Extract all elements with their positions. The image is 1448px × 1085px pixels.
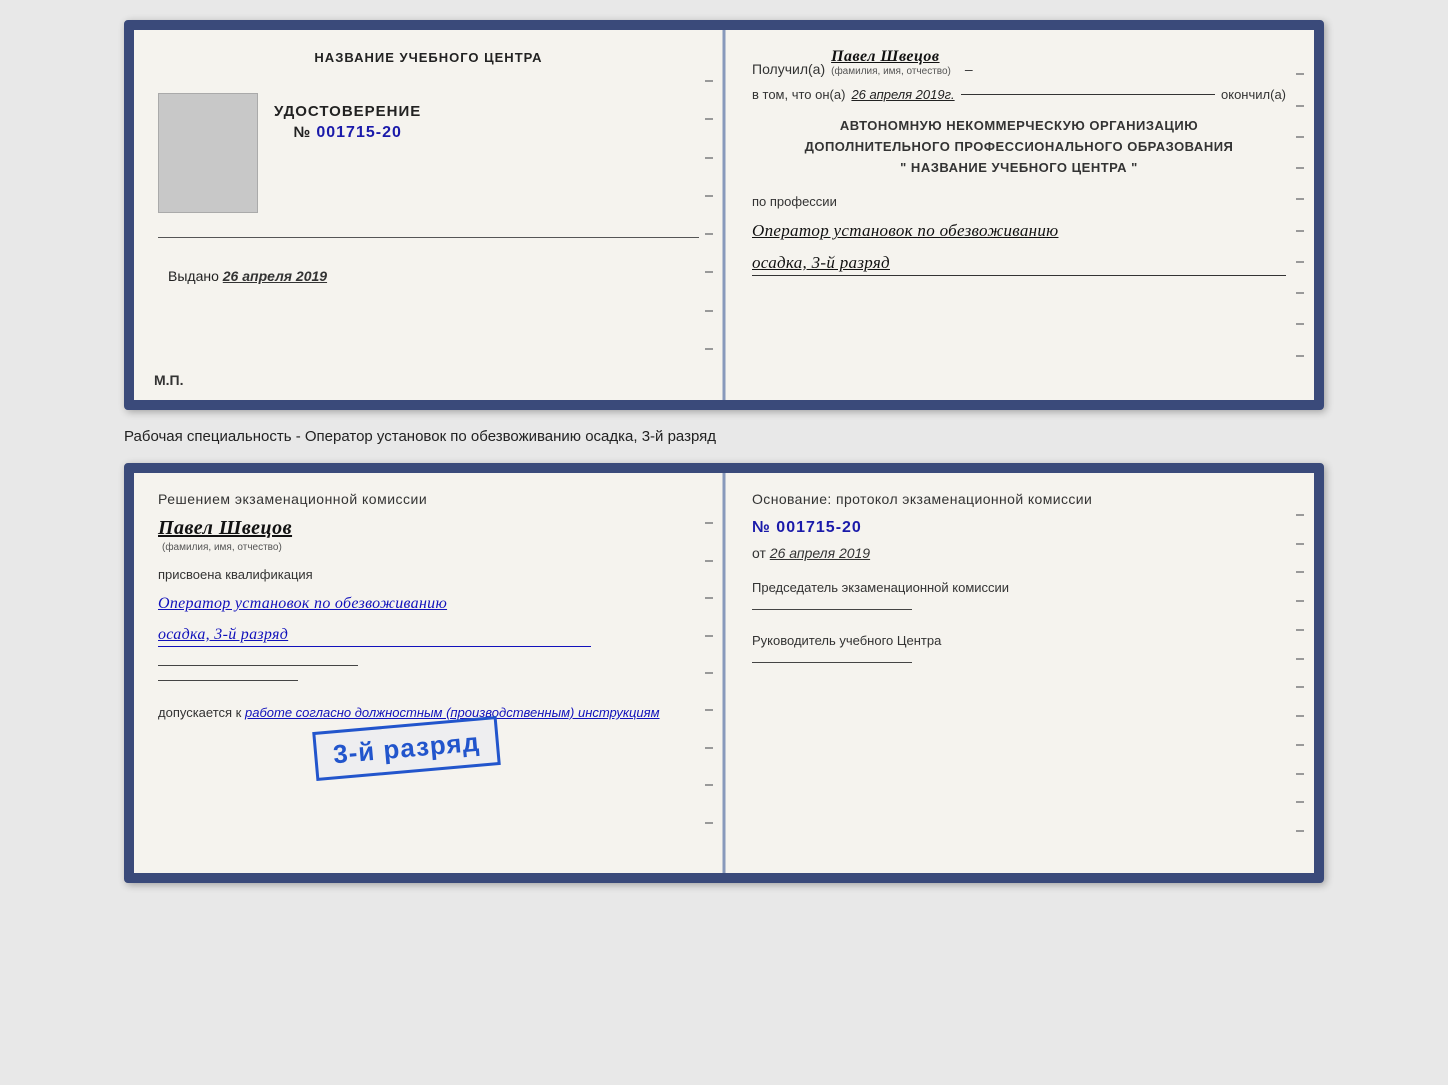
sign-line-1 bbox=[158, 665, 358, 666]
received-line: Получил(а) Павел Швецов (фамилия, имя, о… bbox=[752, 48, 1286, 77]
deco-col-back-left bbox=[705, 473, 713, 873]
profession-label: по профессии bbox=[752, 194, 1286, 209]
mp-label: М.П. bbox=[154, 372, 184, 388]
in-that-label: в том, что он(а) bbox=[752, 87, 845, 102]
sign-line-2 bbox=[158, 680, 298, 681]
top-right-page: Получил(а) Павел Швецов (фамилия, имя, о… bbox=[724, 30, 1314, 400]
cert-number-value: 001715-20 bbox=[316, 124, 402, 141]
completed-label: окончил(а) bbox=[1221, 87, 1286, 102]
protocol-number: № 001715-20 bbox=[752, 519, 1286, 537]
recipient-name: Павел Швецов bbox=[831, 48, 939, 66]
bottom-rank-value: осадка, 3-й разряд bbox=[158, 626, 591, 647]
qualification-assigned-label: присвоена квалификация bbox=[158, 567, 699, 582]
name-hint-top: (фамилия, имя, отчество) bbox=[831, 66, 951, 77]
dash-label: – bbox=[965, 61, 973, 77]
from-date-line: от 26 апреля 2019 bbox=[752, 545, 1286, 561]
decision-text: Решением экзаменационной комиссии bbox=[158, 491, 699, 507]
date-certified-line: в том, что он(а) 26 апреля 2019г. окончи… bbox=[752, 87, 1286, 102]
bottom-right-page: Основание: протокол экзаменационной коми… bbox=[724, 473, 1314, 873]
photo-placeholder bbox=[158, 93, 258, 213]
admits-text: допускается к работе согласно должностны… bbox=[158, 705, 699, 720]
bottom-certificate-book: Решением экзаменационной комиссии Павел … bbox=[124, 463, 1324, 883]
admits-value: работе согласно должностным (производств… bbox=[245, 705, 660, 720]
deco-col-left bbox=[705, 30, 713, 400]
basis-label: Основание: протокол экзаменационной коми… bbox=[752, 491, 1286, 507]
document-container: НАЗВАНИЕ УЧЕБНОГО ЦЕНТРА УДОСТОВЕРЕНИЕ №… bbox=[124, 20, 1324, 883]
org-block: АВТОНОМНУЮ НЕКОММЕРЧЕСКУЮ ОРГАНИЗАЦИЮ ДО… bbox=[752, 116, 1286, 178]
bottom-left-page: Решением экзаменационной комиссии Павел … bbox=[134, 473, 724, 873]
org-line1: АВТОНОМНУЮ НЕКОММЕРЧЕСКУЮ ОРГАНИЗАЦИЮ bbox=[752, 116, 1286, 137]
top-left-org-name: НАЗВАНИЕ УЧЕБНОГО ЦЕНТРА bbox=[314, 50, 542, 65]
admits-label: допускается к bbox=[158, 705, 241, 720]
director-label: Руководитель учебного Центра bbox=[752, 632, 1286, 650]
top-certificate-book: НАЗВАНИЕ УЧЕБНОГО ЦЕНТРА УДОСТОВЕРЕНИЕ №… bbox=[124, 20, 1324, 410]
chairman-sign-line bbox=[752, 609, 912, 610]
bottom-name-block: Павел Швецов (фамилия, имя, отчество) bbox=[158, 517, 699, 553]
from-date-val: 26 апреля 2019 bbox=[770, 545, 870, 561]
cert-title-label: УДОСТОВЕРЕНИЕ bbox=[274, 103, 421, 120]
dash-line-1 bbox=[961, 94, 1215, 95]
rank-value: осадка, 3-й разряд bbox=[752, 253, 1286, 276]
stamp: 3-й разряд bbox=[312, 716, 501, 781]
profession-value: Оператор установок по обезвоживанию bbox=[752, 219, 1286, 243]
deco-col-back-right bbox=[1296, 473, 1304, 873]
bottom-name: Павел Швецов bbox=[158, 517, 699, 540]
cert-issued-line: Выдано 26 апреля 2019 bbox=[158, 268, 327, 284]
director-sign-line bbox=[752, 662, 912, 663]
cert-title-block: УДОСТОВЕРЕНИЕ № 001715-20 bbox=[274, 103, 421, 142]
separator-text: Рабочая специальность - Оператор установ… bbox=[124, 424, 716, 449]
received-label: Получил(а) bbox=[752, 61, 825, 77]
org-line3: " НАЗВАНИЕ УЧЕБНОГО ЦЕНТРА " bbox=[752, 158, 1286, 179]
qualification-value: Оператор установок по обезвоживанию bbox=[158, 592, 699, 616]
top-left-page: НАЗВАНИЕ УЧЕБНОГО ЦЕНТРА УДОСТОВЕРЕНИЕ №… bbox=[134, 30, 724, 400]
cert-issued-date: 26 апреля 2019 bbox=[223, 268, 327, 284]
deco-col-right-top bbox=[1296, 30, 1304, 400]
completed-date: 26 апреля 2019г. bbox=[851, 87, 954, 102]
cert-number-prefix: № 001715-20 bbox=[293, 124, 401, 142]
bottom-name-hint: (фамилия, имя, отчество) bbox=[162, 542, 699, 553]
chairman-label: Председатель экзаменационной комиссии bbox=[752, 579, 1286, 597]
org-line2: ДОПОЛНИТЕЛЬНОГО ПРОФЕССИОНАЛЬНОГО ОБРАЗО… bbox=[752, 137, 1286, 158]
